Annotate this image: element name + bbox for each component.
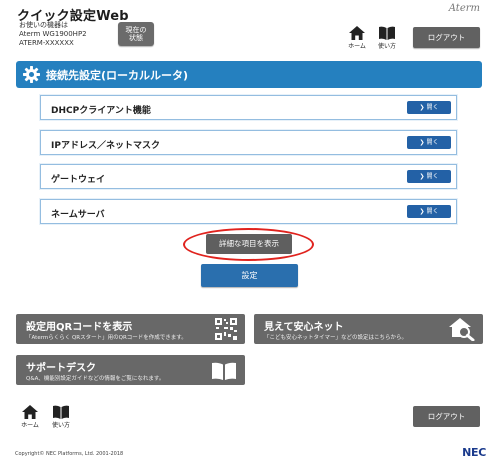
- row-gateway: ゲートウェイ ❯ 開く: [40, 164, 457, 189]
- qr-code-icon: [215, 318, 237, 340]
- help-label: 使い方: [377, 43, 396, 50]
- panel-title: 見えて安心ネット: [264, 322, 344, 333]
- apply-button[interactable]: 設定: [201, 264, 298, 287]
- row-label: DHCPクライアント機能: [51, 106, 151, 116]
- section-header: 接続先設定(ローカルルータ): [16, 61, 482, 88]
- qr-code-panel[interactable]: 設定用QRコードを表示 「Atermらくらく QRスタート」用のQRコードを作成…: [16, 314, 245, 344]
- open-dhcp-button[interactable]: ❯ 開く: [407, 101, 451, 114]
- panel-desc: 「こども安心ネットタイマー」などの設定はこちらから。: [264, 335, 408, 341]
- current-status-button[interactable]: 現在の 状態: [118, 22, 154, 46]
- open-button-label: 開く: [426, 139, 439, 146]
- book-icon: [212, 362, 236, 380]
- help-link[interactable]: 使い方: [374, 26, 400, 50]
- row-label: ゲートウェイ: [51, 175, 106, 185]
- panel-title: 設定用QRコードを表示: [26, 322, 133, 333]
- open-button-label: 開く: [426, 104, 439, 111]
- support-desk-panel[interactable]: サポートデスク Q&A、機能別設定ガイドなどの情報をご覧になれます。: [16, 355, 245, 385]
- safety-net-panel[interactable]: 見えて安心ネット 「こども安心ネットタイマー」などの設定はこちらから。: [254, 314, 483, 344]
- open-gateway-button[interactable]: ❯ 開く: [407, 170, 451, 183]
- open-button-label: 開く: [426, 173, 439, 180]
- logout-button[interactable]: ログアウト: [413, 27, 480, 48]
- highlight-oval: [183, 228, 314, 261]
- book-icon: [379, 26, 395, 40]
- nec-logo: NEC: [462, 446, 486, 459]
- status-button-line2: 状態: [129, 34, 143, 42]
- row-nameserver: ネームサーバ ❯ 開く: [40, 199, 457, 224]
- panel-title: サポートデスク: [26, 363, 96, 374]
- footer-home-link[interactable]: ホーム: [17, 405, 43, 429]
- row-label: IPアドレス／ネットマスク: [51, 141, 160, 151]
- footer-help-link[interactable]: 使い方: [48, 405, 74, 429]
- device-caption: お使いの機器は: [19, 21, 68, 29]
- device-model: Aterm WG1900HP2: [19, 30, 87, 38]
- row-dhcp-client: DHCPクライアント機能 ❯ 開く: [40, 95, 457, 120]
- status-button-line1: 現在の: [125, 26, 147, 34]
- copyright: Copyright© NEC Platforms, Ltd. 2001-2018: [15, 451, 124, 457]
- row-ip-netmask: IPアドレス／ネットマスク ❯ 開く: [40, 130, 457, 155]
- device-id: ATERM-XXXXXX: [19, 39, 74, 47]
- brand-logo: Aterm: [448, 3, 480, 14]
- home-label: ホーム: [21, 422, 39, 429]
- footer-logout-button[interactable]: ログアウト: [413, 406, 480, 427]
- gear-icon: [23, 66, 40, 83]
- open-nameserver-button[interactable]: ❯ 開く: [407, 205, 451, 218]
- home-link[interactable]: ホーム: [344, 26, 370, 50]
- open-ip-button[interactable]: ❯ 開く: [407, 136, 451, 149]
- section-title: 接続先設定(ローカルルータ): [46, 69, 189, 82]
- house-search-icon: [449, 318, 475, 341]
- home-icon: [349, 26, 365, 40]
- book-icon: [53, 405, 69, 419]
- row-label: ネームサーバ: [51, 210, 105, 220]
- header: クイック設定Web お使いの機器は Aterm WG1900HP2 ATERM-…: [0, 0, 500, 55]
- panel-desc: Q&A、機能別設定ガイドなどの情報をご覧になれます。: [26, 376, 165, 382]
- device-info: お使いの機器は Aterm WG1900HP2 ATERM-XXXXXX: [19, 21, 87, 48]
- help-label: 使い方: [51, 422, 70, 429]
- home-label: ホーム: [348, 43, 366, 50]
- panel-desc: 「Atermらくらく QRスタート」用のQRコードを作成できます。: [26, 335, 187, 341]
- open-button-label: 開く: [426, 208, 439, 215]
- home-icon: [22, 405, 38, 419]
